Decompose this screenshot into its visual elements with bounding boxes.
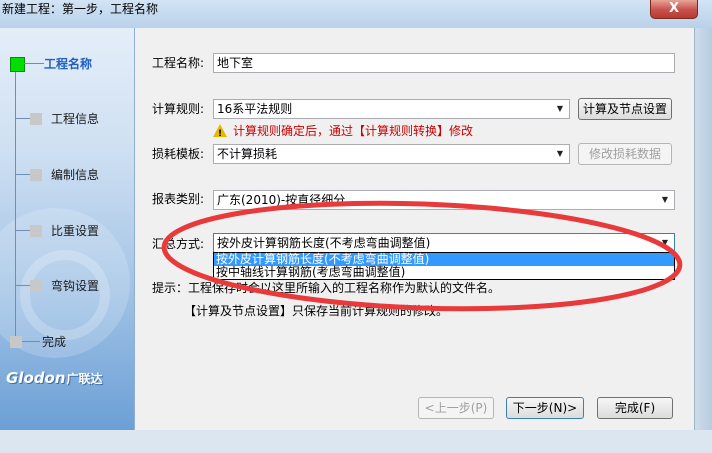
- window-frame-bottom: [0, 430, 712, 453]
- step-marker-icon: [10, 336, 22, 348]
- report-type-select[interactable]: 广东(2010)-按直径细分 ▼: [213, 190, 675, 210]
- close-icon: X: [668, 1, 680, 16]
- active-step-marker-icon: [10, 57, 25, 72]
- logo-cn-text: 广联达: [66, 372, 103, 386]
- step-label: 弯钩设置: [51, 279, 100, 293]
- step-tick: [15, 174, 30, 175]
- wizard-content: 工程名称 工程信息 编制信息 比重设置 弯钩设置 完成 Glodon广联达 工程…: [0, 28, 695, 430]
- summary-method-value: 按外皮计算钢筋长度(不考虑弯曲调整值): [217, 236, 431, 250]
- glodon-logo: Glodon广联达: [6, 369, 103, 389]
- step-marker-icon: [30, 225, 42, 237]
- loss-template-select[interactable]: 不计算损耗 ▼: [213, 144, 570, 164]
- calc-rule-select[interactable]: 16系平法规则 ▼: [213, 99, 570, 119]
- warning-icon: [213, 124, 227, 142]
- title-bar: 新建工程：第一步，工程名称 X: [0, 0, 712, 29]
- modify-loss-data-button[interactable]: 修改损耗数据: [578, 143, 672, 165]
- summary-option-center-axis[interactable]: 按中轴线计算钢筋(考虑弯曲调整值): [214, 266, 674, 279]
- dropdown-arrow-icon: ▼: [556, 149, 564, 158]
- next-step-button[interactable]: 下一步(N)>: [506, 397, 584, 419]
- step-label: 比重设置: [51, 224, 100, 238]
- dropdown-arrow-icon: ▼: [661, 238, 669, 247]
- step-tick: [22, 341, 40, 342]
- calc-rule-label: 计算规则:: [152, 102, 205, 116]
- dropdown-arrow-icon: ▼: [661, 195, 669, 204]
- calc-rule-value: 16系平法规则: [217, 102, 293, 116]
- calc-rule-warning: 计算规则确定后，通过【计算规则转换】修改: [213, 123, 513, 142]
- window-frame-right: [695, 28, 712, 430]
- step-tick: [15, 230, 30, 231]
- loss-template-label: 损耗模板:: [152, 147, 205, 161]
- step-label: 工程名称: [44, 57, 93, 71]
- report-type-label: 报表类别:: [152, 192, 205, 206]
- summary-method-dropdown-list: 按外皮计算钢筋长度(不考虑弯曲调整值) 按中轴线计算钢筋(考虑弯曲调整值): [213, 252, 675, 280]
- close-button[interactable]: X: [650, 0, 698, 19]
- project-name-input[interactable]: 地下室: [213, 53, 675, 73]
- step-marker-icon: [30, 169, 42, 181]
- step-tick: [15, 285, 30, 286]
- finish-button[interactable]: 完成(F): [597, 397, 673, 419]
- window-title: 新建工程：第一步，工程名称: [2, 2, 159, 16]
- step-label: 编制信息: [51, 168, 100, 182]
- step-marker-icon: [30, 280, 42, 292]
- step-marker-icon: [30, 113, 42, 125]
- hint-text-line1: 提示：工程保存时会以这里所输入的工程名称作为默认的文件名。: [152, 281, 501, 295]
- step-connector-line: [15, 68, 16, 344]
- step-tick: [24, 63, 44, 64]
- report-type-value: 广东(2010)-按直径细分: [217, 193, 346, 207]
- calc-node-settings-button[interactable]: 计算及节点设置: [578, 98, 672, 120]
- logo-text: Glodon: [6, 369, 66, 387]
- summary-method-label: 汇总方式:: [152, 237, 205, 251]
- warning-text: 计算规则确定后，通过【计算规则转换】修改: [233, 124, 474, 138]
- wizard-sidebar: 工程名称 工程信息 编制信息 比重设置 弯钩设置 完成 Glodon广联达: [0, 28, 135, 430]
- hint-text-line2: 【计算及节点设置】只保存当前计算规则的修改。: [184, 304, 449, 318]
- project-name-label: 工程名称:: [152, 56, 205, 70]
- summary-method-select[interactable]: 按外皮计算钢筋长度(不考虑弯曲调整值) ▼: [213, 233, 675, 253]
- dropdown-arrow-icon: ▼: [556, 104, 564, 113]
- prev-step-button[interactable]: <上一步(P): [418, 397, 494, 419]
- loss-template-value: 不计算损耗: [217, 147, 278, 161]
- step-tick: [15, 118, 30, 119]
- sidebar-decoration-ring: [20, 250, 110, 340]
- step-label: 完成: [42, 335, 67, 349]
- step-label: 工程信息: [51, 112, 100, 126]
